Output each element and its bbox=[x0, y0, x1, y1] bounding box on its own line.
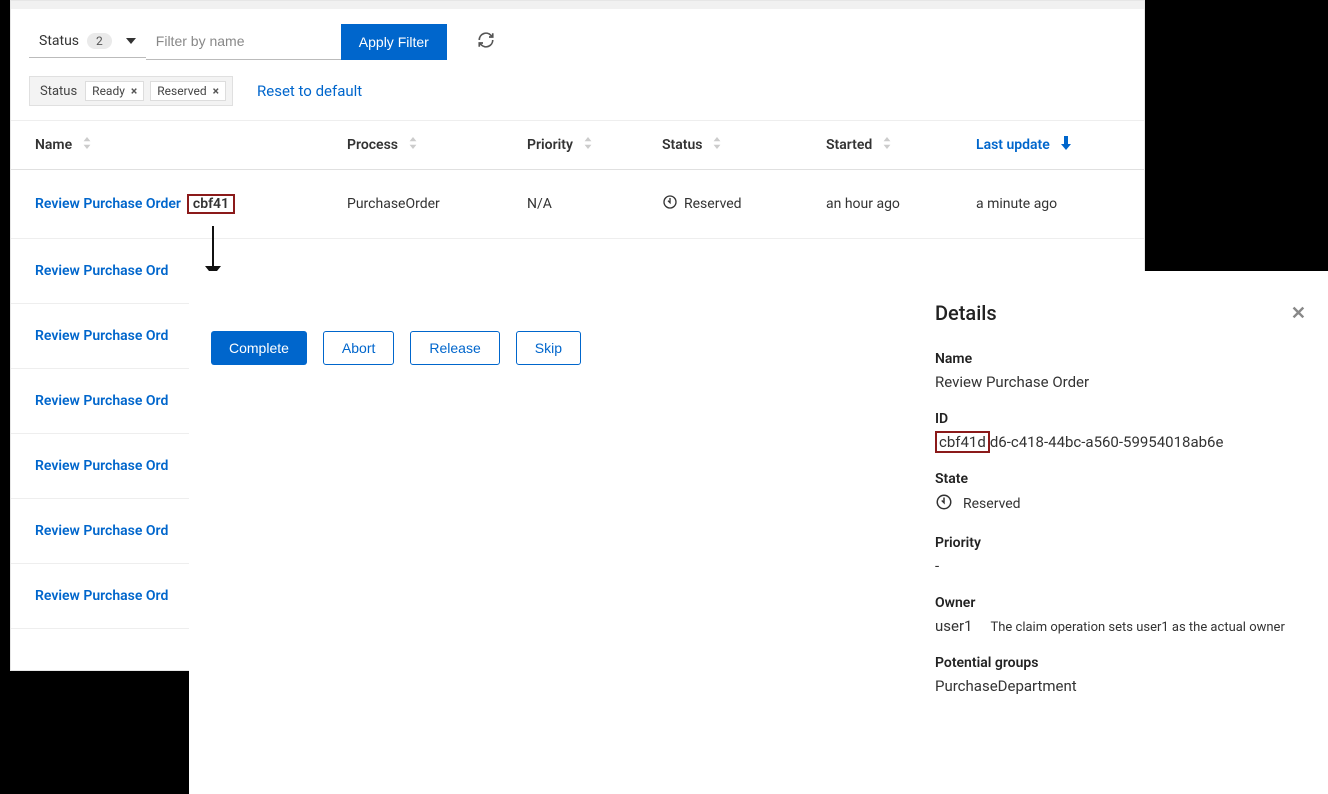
chips-group-label: Status bbox=[40, 84, 77, 99]
cell-priority: N/A bbox=[517, 170, 652, 238]
details-id-rest: d6-c418-44bc-a560-59954018ab6e bbox=[990, 433, 1224, 451]
close-icon[interactable]: × bbox=[131, 84, 137, 98]
apply-filter-button[interactable]: Apply Filter bbox=[341, 24, 447, 60]
annotation-text: The claim operation sets user1 as the ac… bbox=[990, 620, 1284, 635]
cell-last-update: a minute ago bbox=[966, 170, 1144, 238]
details-groups-label: Potential groups bbox=[935, 655, 1306, 671]
details-state-value: Reserved bbox=[935, 493, 1306, 515]
col-last-update[interactable]: Last update bbox=[966, 121, 1144, 169]
cell-process: PurchaseOrder bbox=[337, 170, 517, 238]
close-icon[interactable]: × bbox=[213, 84, 219, 98]
filter-bar: Status 2 Apply Filter bbox=[11, 1, 1144, 72]
task-detail-panel: Complete Abort Release Skip Details ✕ Na… bbox=[189, 271, 1328, 794]
details-id-value: cbf41dd6-c418-44bc-a560-59954018ab6e bbox=[935, 433, 1306, 451]
skip-button[interactable]: Skip bbox=[516, 331, 581, 365]
chip-label: Ready bbox=[92, 84, 125, 98]
status-chips-group: Status Ready × Reserved × bbox=[29, 76, 233, 106]
col-priority[interactable]: Priority bbox=[517, 121, 652, 169]
abort-button[interactable]: Abort bbox=[323, 331, 394, 365]
col-started[interactable]: Started bbox=[816, 121, 966, 169]
details-name-label: Name bbox=[935, 351, 1306, 367]
details-name-value: Review Purchase Order bbox=[935, 373, 1306, 391]
active-filters-row: Status Ready × Reserved × Reset to defau… bbox=[11, 72, 1144, 120]
annotation-arrow bbox=[205, 226, 221, 276]
chip-ready[interactable]: Ready × bbox=[85, 81, 144, 101]
sort-icon bbox=[712, 137, 722, 153]
cell-name[interactable]: Review Purchase Order cbf41 bbox=[11, 170, 337, 238]
sort-icon bbox=[583, 137, 593, 153]
status-filter-count: 2 bbox=[87, 33, 112, 49]
details-id-label: ID bbox=[935, 411, 1306, 427]
cell-status-text: Reserved bbox=[684, 196, 742, 212]
details-owner-label: Owner bbox=[935, 595, 1306, 611]
details-sidebar: Details ✕ Name Review Purchase Order ID … bbox=[901, 271, 1328, 794]
chip-label: Reserved bbox=[157, 84, 206, 98]
reserved-icon bbox=[662, 194, 678, 214]
refresh-icon[interactable] bbox=[477, 31, 495, 53]
chip-reserved[interactable]: Reserved × bbox=[150, 81, 226, 101]
col-process[interactable]: Process bbox=[337, 121, 517, 169]
details-title: Details bbox=[935, 301, 997, 325]
details-state-label: State bbox=[935, 471, 1306, 487]
sort-icon bbox=[82, 137, 92, 153]
highlight-id-fragment: cbf41 bbox=[187, 194, 235, 214]
cell-started: an hour ago bbox=[816, 170, 966, 238]
sort-desc-icon bbox=[1060, 136, 1072, 154]
release-button[interactable]: Release bbox=[410, 331, 499, 365]
status-filter-dropdown[interactable]: Status 2 bbox=[29, 25, 146, 58]
filter-name-input[interactable] bbox=[146, 23, 341, 60]
close-icon[interactable]: ✕ bbox=[1291, 303, 1306, 324]
reset-filters-link[interactable]: Reset to default bbox=[257, 82, 362, 100]
complete-button[interactable]: Complete bbox=[211, 331, 307, 365]
reserved-icon bbox=[935, 493, 953, 515]
sort-icon bbox=[408, 137, 418, 153]
table-header: Name Process Priority Status Started Las… bbox=[11, 120, 1144, 170]
status-filter-label: Status bbox=[39, 33, 79, 49]
details-owner-value: user1 bbox=[935, 617, 972, 635]
details-groups-value: PurchaseDepartment bbox=[935, 677, 1306, 695]
highlight-id-fragment: cbf41d bbox=[935, 431, 990, 453]
table-row[interactable]: Review Purchase Order cbf41 PurchaseOrde… bbox=[11, 170, 1144, 239]
sort-icon bbox=[882, 137, 892, 153]
details-priority-label: Priority bbox=[935, 535, 1306, 551]
task-link[interactable]: Review Purchase Order bbox=[35, 196, 181, 212]
cell-status: Reserved bbox=[652, 170, 816, 238]
details-priority-value: - bbox=[935, 557, 1306, 575]
details-state-text: Reserved bbox=[963, 496, 1021, 512]
col-name[interactable]: Name bbox=[11, 121, 337, 169]
col-status[interactable]: Status bbox=[652, 121, 816, 169]
chevron-down-icon bbox=[126, 38, 136, 44]
